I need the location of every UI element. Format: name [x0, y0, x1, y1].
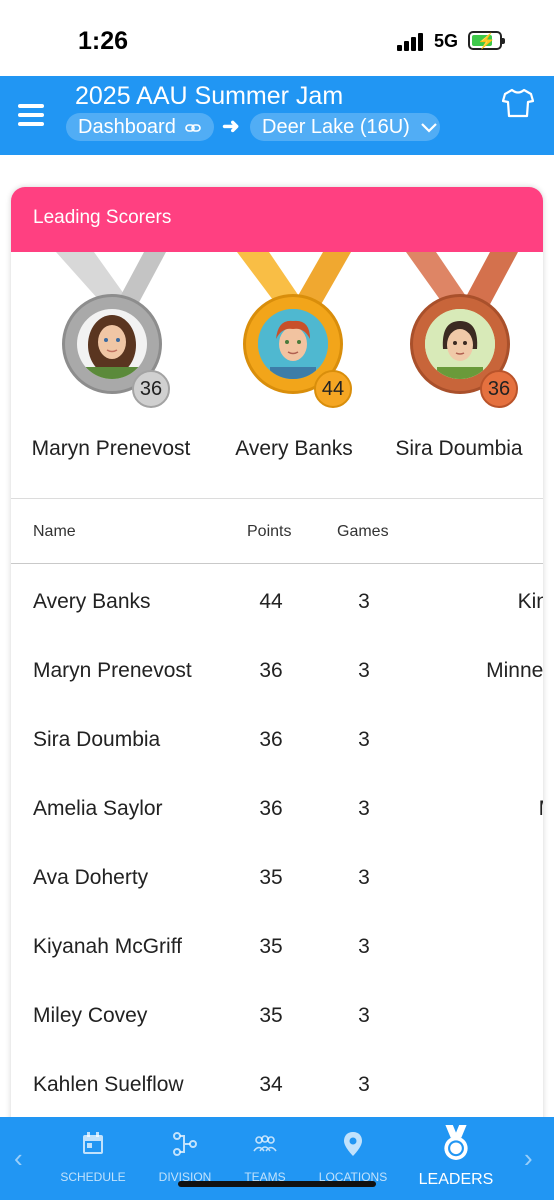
player-team: Minnesota	[486, 659, 543, 682]
nav-locations[interactable]: LOCATIONS	[312, 1117, 394, 1200]
battery-icon: ⚡	[468, 31, 505, 50]
player-points: 34	[259, 1073, 283, 1096]
network-type: 5G	[434, 31, 459, 51]
nav-teams[interactable]: TEAMS	[232, 1117, 298, 1200]
player-games: 3	[358, 935, 370, 958]
divider	[11, 563, 543, 564]
breadcrumb-dashboard[interactable]: Dashboard	[66, 113, 214, 141]
table-row[interactable]: Avery Banks 44 3 Kingdo	[11, 566, 543, 635]
calendar-icon	[83, 1132, 103, 1154]
medal-icon	[444, 1125, 468, 1160]
status-time: 1:26	[78, 27, 129, 55]
player-points: 35	[259, 935, 283, 958]
player-name: Kiyanah McGriff	[33, 935, 182, 958]
nav-leaders-label: LEADERS	[418, 1171, 494, 1188]
player-games: 3	[358, 659, 370, 682]
map-pin-icon	[344, 1132, 362, 1156]
podium-first-name[interactable]: Avery Banks	[202, 437, 386, 461]
player-points: 44	[259, 590, 283, 613]
nav-leaders[interactable]: LEADERS	[410, 1117, 502, 1200]
chevron-left-icon[interactable]: ‹	[14, 1143, 23, 1174]
nav-schedule[interactable]: SCHEDULE	[54, 1117, 132, 1200]
card-header: Leading Scorers	[11, 187, 543, 252]
column-header-name[interactable]: Name	[33, 523, 76, 541]
podium-third-name[interactable]: Sira Doumbia	[381, 437, 537, 461]
player-points: 35	[259, 1004, 283, 1027]
page-title: 2025 AAU Summer Jam	[75, 82, 344, 110]
table-row[interactable]: Amelia Saylor 36 3 MN I	[11, 773, 543, 842]
chevron-right-icon[interactable]: ›	[524, 1143, 533, 1174]
nav-division[interactable]: DIVISION	[148, 1117, 222, 1200]
leading-scorers-card: Leading Scorers 36 Maryn Prenevost 44 Av…	[11, 187, 543, 1187]
column-header-games[interactable]: Games	[337, 523, 389, 541]
player-points: 35	[259, 866, 283, 889]
player-points: 36	[259, 797, 283, 820]
player-games: 3	[358, 590, 370, 613]
player-team: Kingdo	[517, 590, 543, 613]
breadcrumb-division-label: Deer Lake (16U)	[262, 116, 410, 138]
player-games: 3	[358, 728, 370, 751]
player-name: Avery Banks	[33, 590, 151, 613]
player-name: Kahlen Suelflow	[33, 1073, 184, 1096]
signal-icon	[397, 33, 427, 51]
player-games: 3	[358, 866, 370, 889]
arrow-right-icon: ➜	[222, 115, 240, 138]
link-icon	[185, 123, 202, 132]
table-row[interactable]: Kiyanah McGriff353M	[11, 911, 543, 980]
table-row[interactable]: Maryn Prenevost 36 3 Minnesota	[11, 635, 543, 704]
player-name: Sira Doumbia	[33, 728, 161, 751]
hamburger-icon[interactable]	[18, 104, 44, 126]
player-points: 36	[259, 659, 283, 682]
bracket-icon	[173, 1132, 197, 1156]
player-name: Ava Doherty	[33, 866, 149, 889]
divider	[11, 498, 543, 499]
score-badge: 44	[314, 370, 352, 408]
table-row[interactable]: Miley Covey 35 3	[11, 980, 543, 1049]
chevron-down-icon	[421, 122, 438, 133]
podium-first[interactable]: 44	[233, 252, 363, 422]
player-name: Amelia Saylor	[33, 797, 163, 820]
podium-second-name[interactable]: Maryn Prenevost	[19, 437, 203, 461]
score-badge: 36	[132, 370, 170, 408]
card-title: Leading Scorers	[33, 207, 172, 228]
table-row[interactable]: Kahlen Suelflow343W	[11, 1049, 543, 1118]
player-name: Miley Covey	[33, 1004, 148, 1027]
podium-second[interactable]: 36	[54, 252, 184, 422]
breadcrumb-division-dropdown[interactable]: Deer Lake (16U)	[250, 113, 440, 141]
home-indicator	[178, 1181, 376, 1187]
table-row[interactable]: Sira Doumbia 36 3	[11, 704, 543, 773]
player-team: MN I	[539, 797, 543, 821]
player-games: 3	[358, 1004, 370, 1027]
app-header: 2025 AAU Summer Jam Dashboard ➜ Deer Lak…	[0, 76, 554, 155]
status-bar: 1:26 5G ⚡	[0, 0, 554, 76]
player-games: 3	[358, 797, 370, 820]
player-points: 36	[259, 728, 283, 751]
avatar	[425, 309, 495, 379]
jersey-icon[interactable]	[502, 88, 534, 118]
column-header-points[interactable]: Points	[247, 523, 291, 541]
score-badge: 36	[480, 370, 518, 408]
nav-schedule-label: SCHEDULE	[60, 1170, 126, 1184]
avatar	[258, 309, 328, 379]
bottom-nav: ‹ SCHEDULE DIVISION TEAMS LOCATIONS LEAD…	[0, 1117, 554, 1200]
table-row[interactable]: Ava Doherty353Mi	[11, 842, 543, 911]
avatar	[77, 309, 147, 379]
player-name: Maryn Prenevost	[33, 659, 192, 682]
team-icon	[253, 1135, 277, 1152]
breadcrumb-dashboard-label: Dashboard	[78, 116, 176, 138]
player-games: 3	[358, 1073, 370, 1096]
podium-third[interactable]: 36	[402, 252, 532, 422]
